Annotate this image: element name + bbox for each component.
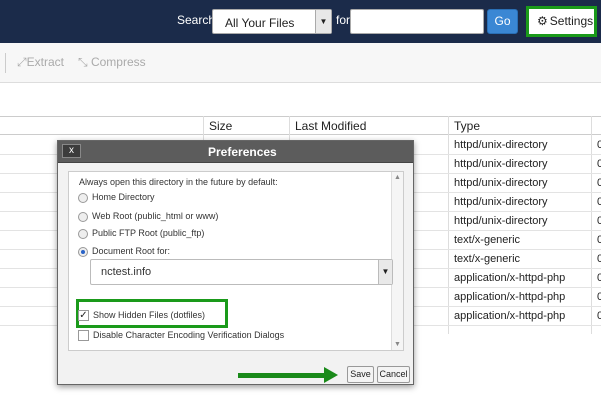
option-label: Disable Character Encoding Verification … — [93, 330, 285, 340]
document-root-value: nctest.info — [101, 266, 152, 278]
default-directory-intro: Always open this directory in the future… — [79, 177, 278, 187]
radio-home-directory[interactable] — [78, 193, 88, 203]
document-root-select[interactable]: nctest.info ▼ — [90, 259, 393, 285]
option-label: Public FTP Root (public_ftp) — [92, 228, 205, 238]
row-permissions: 0 — [597, 234, 601, 246]
option-label: Home Directory — [92, 192, 155, 202]
option-label: Show Hidden Files (dotfiles) — [93, 310, 206, 320]
save-button[interactable]: Save — [347, 366, 374, 383]
compress-button[interactable]: ⤡ Compress — [78, 55, 146, 70]
row-permissions: 0 — [597, 253, 601, 265]
file-table-header: Size Last Modified Type — [0, 116, 601, 135]
column-header-last-modified[interactable]: Last Modified — [295, 119, 366, 133]
row-permissions: 0 — [597, 291, 601, 303]
chevron-down-icon[interactable]: ▼ — [378, 260, 392, 284]
extract-label: Extract — [26, 55, 64, 69]
scroll-down-icon[interactable]: ▼ — [394, 341, 401, 348]
settings-label: Settings — [549, 14, 594, 28]
top-bar: Search All Your Files ▼ for Go ⚙ Settings — [0, 0, 601, 43]
row-type: httpd/unix-directory — [454, 215, 548, 227]
chevron-down-icon[interactable]: ▼ — [315, 10, 331, 33]
row-permissions: 0 — [597, 139, 601, 151]
close-icon[interactable]: x — [62, 144, 81, 158]
row-type: httpd/unix-directory — [454, 196, 548, 208]
row-type: application/x-httpd-php — [454, 310, 566, 322]
row-type: httpd/unix-directory — [454, 177, 548, 189]
option-label: Document Root for: — [92, 246, 171, 256]
search-input[interactable] — [350, 9, 484, 34]
radio-web-root[interactable] — [78, 212, 88, 222]
arrow-right-icon — [324, 367, 338, 383]
toolbar-divider — [5, 53, 6, 73]
row-type: text/x-generic — [454, 234, 521, 246]
toolbar: ⤢Extract ⤡ Compress — [0, 43, 601, 83]
column-header-type[interactable]: Type — [454, 119, 480, 133]
compress-label: Compress — [90, 55, 146, 69]
row-permissions: 0 — [597, 215, 601, 227]
arrow-shaft — [238, 373, 326, 378]
radio-public-ftp-root[interactable] — [78, 229, 88, 239]
dialog-title-bar[interactable]: x Preferences — [58, 141, 413, 163]
row-permissions: 0 — [597, 196, 601, 208]
row-permissions: 0 — [597, 310, 601, 322]
option-label: Web Root (public_html or www) — [92, 211, 219, 221]
go-button[interactable]: Go — [487, 9, 518, 34]
row-type: application/x-httpd-php — [454, 291, 566, 303]
gear-icon: ⚙ — [537, 14, 548, 28]
row-type: httpd/unix-directory — [454, 139, 548, 151]
checkbox-disable-encoding-dialogs[interactable] — [78, 330, 89, 341]
dialog-title: Preferences — [208, 145, 277, 159]
extract-icon: ⤢ — [17, 55, 27, 69]
radio-document-root[interactable] — [78, 247, 88, 257]
settings-button[interactable]: ⚙ Settings — [526, 6, 597, 37]
row-permissions: 0 — [597, 272, 601, 284]
cancel-button[interactable]: Cancel — [377, 366, 410, 383]
search-scope-value: All Your Files — [225, 16, 295, 30]
checkbox-show-hidden-files[interactable]: ✓ — [78, 310, 89, 321]
row-type: text/x-generic — [454, 253, 521, 265]
row-type: httpd/unix-directory — [454, 158, 548, 170]
preferences-dialog: x Preferences ▲ ▼ Always open this direc… — [57, 140, 414, 385]
scroll-up-icon[interactable]: ▲ — [394, 174, 401, 181]
for-label: for — [336, 13, 351, 27]
column-header-size[interactable]: Size — [209, 119, 232, 133]
row-permissions: 0 — [597, 158, 601, 170]
search-label: Search — [177, 13, 216, 27]
row-type: application/x-httpd-php — [454, 272, 566, 284]
row-permissions: 0 — [597, 177, 601, 189]
preferences-panel: ▲ ▼ Always open this directory in the fu… — [68, 171, 404, 351]
extract-button[interactable]: ⤢Extract — [17, 55, 64, 70]
search-scope-select[interactable]: All Your Files ▼ — [212, 9, 332, 34]
compress-icon: ⤡ — [78, 55, 88, 69]
